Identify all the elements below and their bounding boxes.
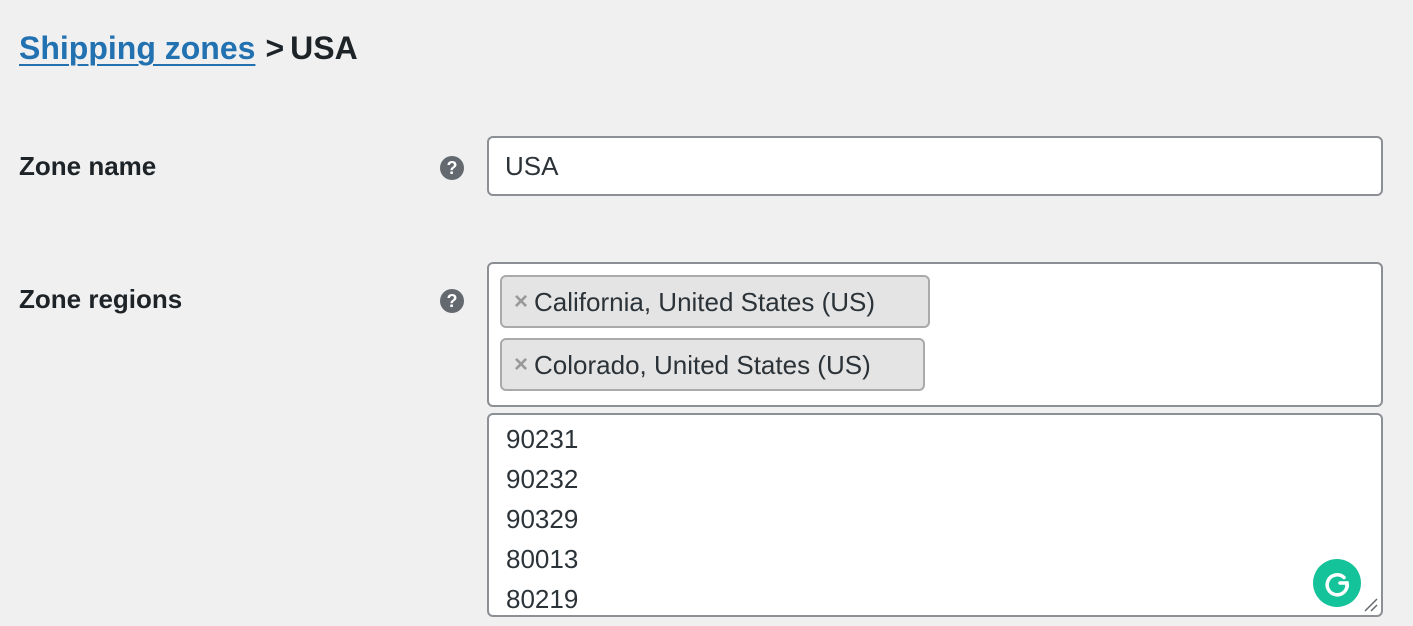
zone-regions-select[interactable]: × California, United States (US) × Color… [487,262,1383,407]
postcode-line: 90231 [506,424,579,454]
question-circle-icon[interactable]: ? [440,289,464,313]
question-circle-icon[interactable]: ? [440,156,464,180]
postcode-line: 80219 [506,584,579,614]
shipping-zones-link[interactable]: Shipping zones [19,30,255,66]
shipping-zone-edit-page: Shipping zones >USA Zone name ? Zone regi… [0,0,1413,626]
zone-regions-label: Zone regions [19,284,183,314]
postcodes-textarea[interactable]: 90231 90232 90329 80013 80219 [487,413,1383,617]
postcode-line: 80013 [506,544,579,574]
postcode-line: 90232 [506,464,579,494]
postcode-line: 90329 [506,504,579,534]
grammarly-icon[interactable] [1313,559,1361,607]
region-tag-label: Colorado, United States (US) [534,349,871,380]
region-tag: × Colorado, United States (US) [500,338,925,391]
remove-tag-icon[interactable]: × [514,289,528,314]
zone-name-input[interactable] [487,136,1383,196]
resize-handle-icon[interactable] [1361,595,1379,613]
region-tag-label: California, United States (US) [534,286,876,317]
breadcrumb-separator: > [265,30,285,66]
breadcrumb: Shipping zones > USA [19,28,358,68]
remove-tag-icon[interactable]: × [514,352,528,377]
breadcrumb-current: USA [290,30,358,66]
zone-name-label: Zone name [19,151,157,181]
region-tag: × California, United States (US) [500,275,930,328]
